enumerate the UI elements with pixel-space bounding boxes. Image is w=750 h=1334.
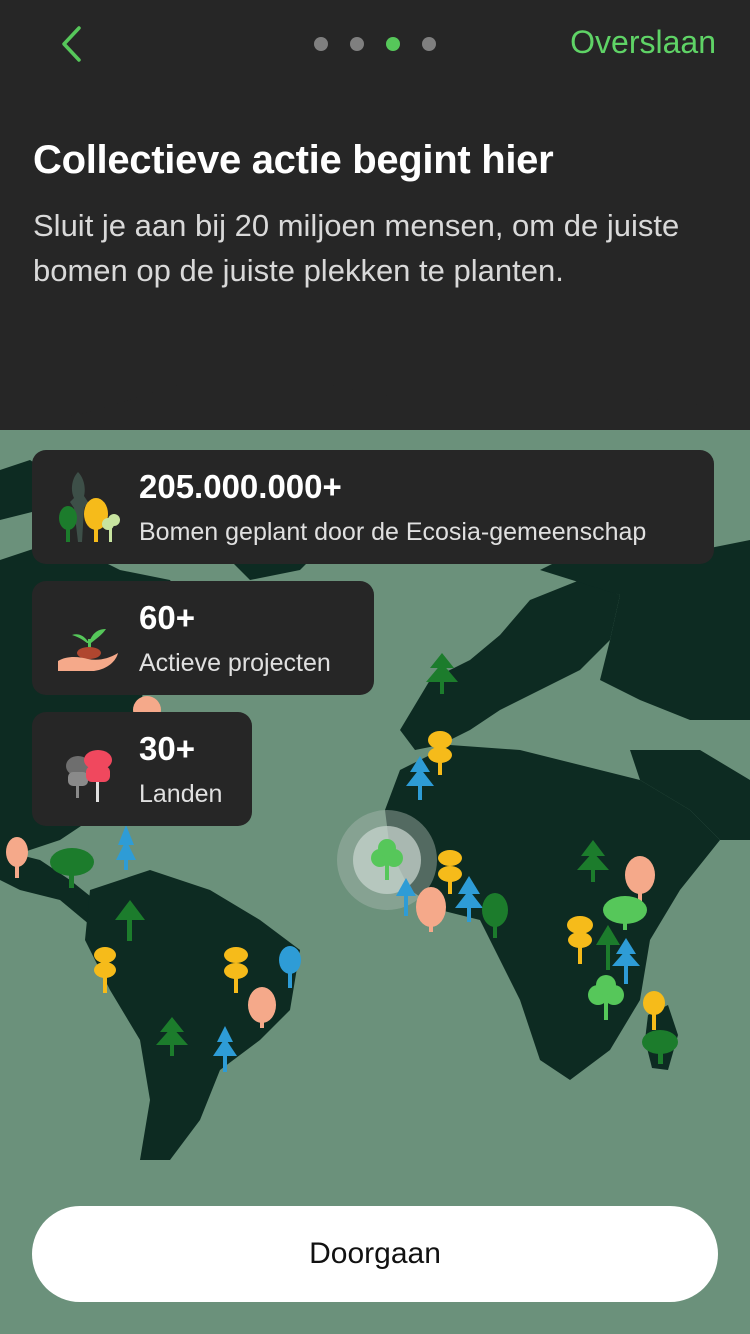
stat-projects-label: Actieve projecten	[139, 649, 331, 677]
page-dot-4	[422, 37, 436, 51]
page-dot-3-active	[386, 37, 400, 51]
page-dot-1	[314, 37, 328, 51]
stat-trees-label: Bomen geplant door de Ecosia-gemeenschap	[139, 518, 647, 546]
page-title: Collectieve actie begint hier	[33, 138, 554, 182]
stat-card-projects: 60+ Actieve projecten	[32, 581, 374, 695]
back-button[interactable]	[52, 22, 92, 66]
stat-countries-label: Landen	[139, 780, 223, 808]
continue-button[interactable]: Doorgaan	[32, 1206, 718, 1302]
trees-icon	[59, 472, 120, 542]
page-subtitle: Sluit je aan bij 20 miljoen mensen, om d…	[33, 208, 680, 288]
stat-trees-value: 205.000.000+	[139, 468, 342, 505]
map-pins-icon	[66, 750, 112, 802]
stat-projects-value: 60+	[139, 599, 195, 636]
skip-button[interactable]: Overslaan	[570, 24, 716, 61]
page-dot-2	[350, 37, 364, 51]
stat-card-trees: 205.000.000+ Bomen geplant door de Ecosi…	[32, 450, 714, 564]
page-indicator	[314, 37, 436, 51]
stat-countries-value: 30+	[139, 730, 195, 767]
chevron-left-icon	[62, 26, 81, 62]
hand-seedling-icon	[58, 629, 118, 671]
stat-card-countries: 30+ Landen	[32, 712, 252, 826]
